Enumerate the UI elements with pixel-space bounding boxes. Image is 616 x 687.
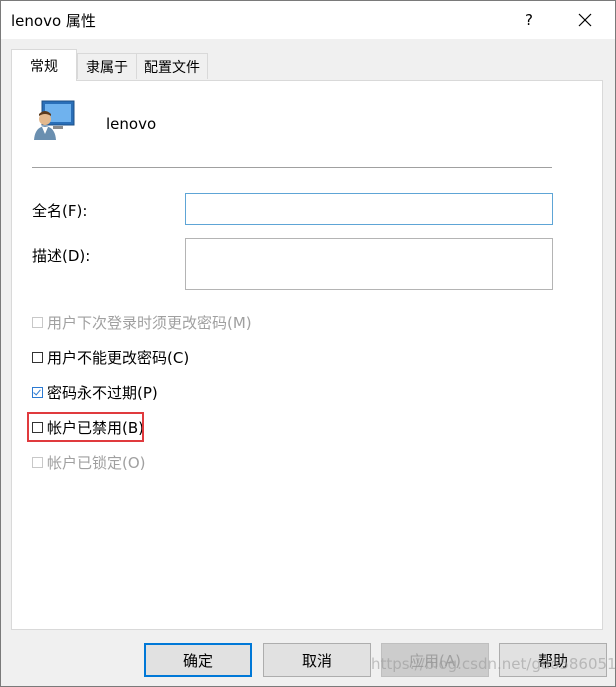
checkbox-cannot-change-password[interactable]: 用户不能更改密码(C) [32, 346, 189, 368]
red-highlight-box [27, 412, 144, 442]
checkbox-password-never-expires[interactable]: 密码永不过期(P) [32, 381, 158, 403]
general-tab-panel: lenovo 全名(F): 描述(D): 用户下次登录时须更改密码(M) 用户不… [11, 80, 603, 630]
checkbox-label: 帐户已锁定(O) [47, 453, 146, 472]
tab-general[interactable]: 常规 [11, 49, 77, 81]
checkbox-box [32, 456, 43, 468]
tab-profile-label: 配置文件 [144, 59, 200, 76]
cancel-button[interactable]: 取消 [263, 643, 371, 677]
checkbox-account-locked[interactable]: 帐户已锁定(O) [32, 451, 146, 473]
ok-button[interactable]: 确定 [144, 643, 252, 677]
checkbox-label: 密码永不过期(P) [47, 383, 158, 402]
help-title-button[interactable]: ? [509, 1, 549, 39]
description-label: 描述(D): [32, 247, 91, 265]
close-button[interactable] [563, 1, 607, 39]
description-input[interactable] [185, 238, 553, 290]
checkbox-checked-box [32, 386, 43, 398]
fullname-label: 全名(F): [32, 202, 88, 220]
checkbox-must-change-password[interactable]: 用户下次登录时须更改密码(M) [32, 311, 252, 333]
help-label: ? [525, 11, 533, 29]
window-title: lenovo 属性 [11, 12, 96, 30]
username-text: lenovo [106, 115, 157, 133]
checkbox-label: 用户下次登录时须更改密码(M) [47, 313, 252, 332]
tab-member-of[interactable]: 隶属于 [77, 53, 137, 79]
checkbox-box [32, 351, 43, 363]
title-bar: lenovo 属性 ? [1, 1, 615, 39]
tab-general-label: 常规 [30, 58, 58, 75]
properties-dialog: lenovo 属性 ? 常规 隶属于 配置文件 lenovo 全名(F): 描述… [0, 0, 616, 687]
checkbox-label: 用户不能更改密码(C) [47, 348, 190, 367]
user-account-icon [34, 100, 75, 140]
tab-profile[interactable]: 配置文件 [136, 53, 208, 79]
checkbox-box [32, 316, 43, 328]
help-button[interactable]: 帮助 [499, 643, 607, 677]
divider [32, 167, 552, 168]
tab-member-of-label: 隶属于 [86, 59, 128, 76]
apply-button[interactable]: 应用(A) [381, 643, 489, 677]
close-icon [578, 13, 592, 27]
fullname-input[interactable] [185, 193, 553, 225]
